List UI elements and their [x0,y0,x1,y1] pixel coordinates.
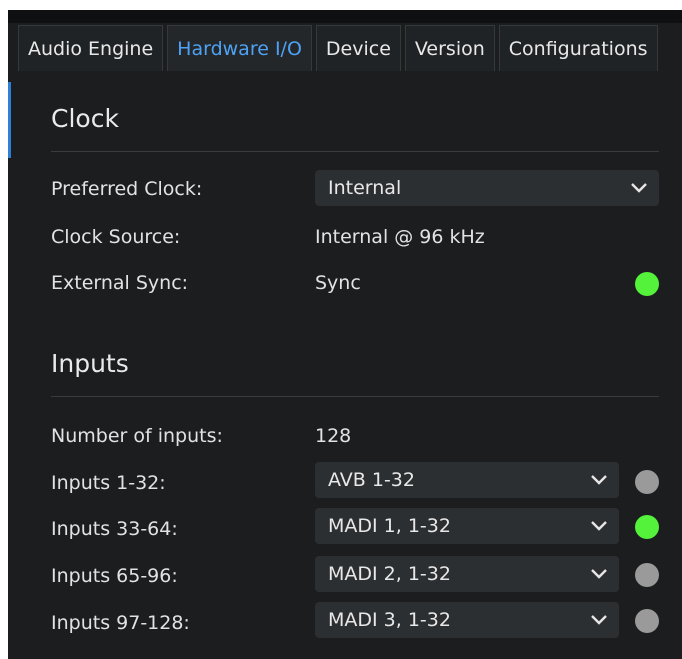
inputs-1-32-label: Inputs 1-32: [51,472,166,494]
external-sync-value: Sync [315,272,361,294]
preferred-clock-select[interactable]: Internal [315,170,659,206]
chevron-down-icon [591,475,607,485]
inputs-65-96-label: Inputs 65-96: [51,565,178,587]
chevron-down-icon [631,183,647,193]
tab-device[interactable]: Device [315,25,401,71]
chevron-down-icon [591,569,607,579]
inputs-97-128-status-dot [635,609,659,633]
active-section-indicator [8,82,11,158]
inputs-1-32-value: AVB 1-32 [328,469,415,491]
inputs-65-96-value: MADI 2, 1-32 [328,563,451,585]
hardware-io-panel: Audio Engine Hardware I/O Device Version… [8,10,682,659]
tab-configurations[interactable]: Configurations [498,25,658,71]
inputs-33-64-label: Inputs 33-64: [51,518,178,540]
inputs-33-64-select[interactable]: MADI 1, 1-32 [315,508,619,544]
inputs-section-title: Inputs [51,349,129,378]
preferred-clock-value: Internal [328,177,402,199]
clock-source-value: Internal @ 96 kHz [315,226,485,248]
clock-section-title: Clock [51,104,119,133]
sync-status-dot [635,272,659,296]
chevron-down-icon [591,521,607,531]
number-of-inputs-value: 128 [315,425,352,447]
inputs-65-96-status-dot [635,563,659,587]
tab-version[interactable]: Version [404,25,495,71]
clock-source-label: Clock Source: [51,226,181,248]
tab-hardware-io[interactable]: Hardware I/O [167,25,312,71]
tab-bar: Audio Engine Hardware I/O Device Version… [18,25,662,73]
inputs-97-128-value: MADI 3, 1-32 [328,609,451,631]
inputs-33-64-status-dot [635,515,659,539]
window-top-bar [8,10,682,23]
inputs-1-32-status-dot [635,470,659,494]
tab-audio-engine[interactable]: Audio Engine [18,25,164,71]
inputs-1-32-select[interactable]: AVB 1-32 [315,462,619,498]
clock-divider [51,151,659,152]
inputs-97-128-label: Inputs 97-128: [51,612,190,634]
inputs-97-128-select[interactable]: MADI 3, 1-32 [315,602,619,638]
chevron-down-icon [591,615,607,625]
inputs-65-96-select[interactable]: MADI 2, 1-32 [315,556,619,592]
inputs-divider [51,396,659,397]
inputs-33-64-value: MADI 1, 1-32 [328,515,451,537]
number-of-inputs-label: Number of inputs: [51,425,223,447]
preferred-clock-label: Preferred Clock: [51,178,203,200]
external-sync-label: External Sync: [51,272,189,294]
